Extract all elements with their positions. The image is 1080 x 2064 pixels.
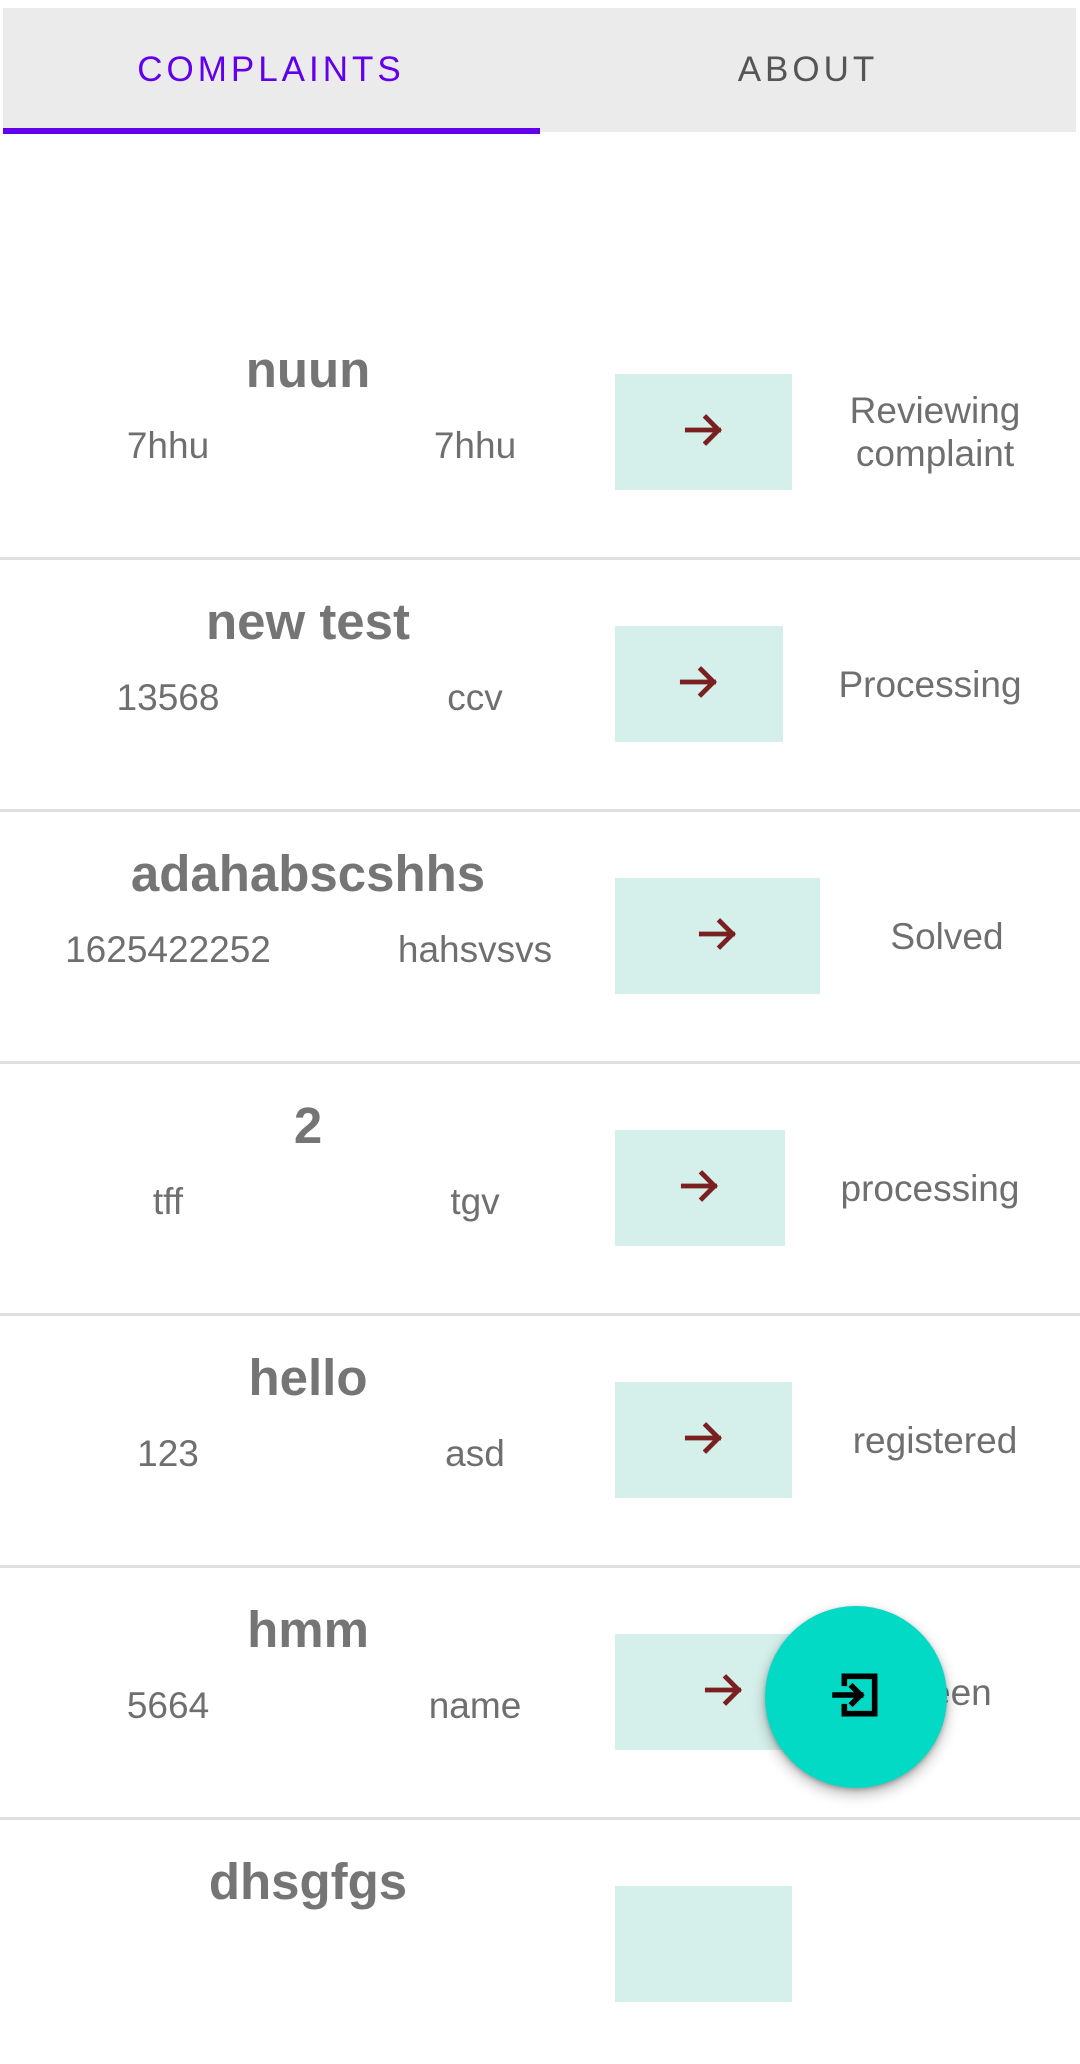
active-tab-indicator [3, 128, 540, 134]
complaint-title: hmm [247, 1601, 369, 1658]
arrow-right-icon [693, 909, 743, 964]
arrow-right-icon [679, 405, 729, 460]
complaint-detail-left: 13568 [116, 677, 220, 718]
complaint-status: Processing [838, 663, 1022, 705]
list-item[interactable]: hello 123 asd registered [0, 1308, 1080, 1568]
complaint-detail-right: asd [445, 1433, 505, 1474]
list-item[interactable]: new test 13568 ccv Processing [0, 552, 1080, 812]
complaint-detail-left: 5664 [126, 1685, 210, 1726]
arrow-right-icon [674, 657, 724, 712]
complaint-detail-right: name [428, 1685, 522, 1726]
tab-about[interactable]: ABOUT [540, 8, 1076, 132]
complaint-title: hello [248, 1349, 368, 1406]
tab-bar: COMPLAINTS ABOUT [3, 8, 1076, 134]
complaint-status: registered [852, 1419, 1018, 1461]
tab-complaints-label: COMPLAINTS [137, 50, 405, 89]
tab-complaints[interactable]: COMPLAINTS [3, 8, 540, 134]
complaint-title: new test [205, 593, 411, 650]
complaint-title: nuun [245, 341, 371, 398]
arrow-right-icon [679, 1413, 729, 1468]
open-complaint-button[interactable] [615, 1886, 792, 2002]
complaint-detail-right: ccv [447, 677, 503, 718]
list-item[interactable]: 2 tff tgv processing [0, 1056, 1080, 1316]
open-complaint-button[interactable] [615, 1382, 792, 1498]
open-complaint-button[interactable] [615, 878, 820, 994]
open-complaint-button[interactable] [615, 1130, 785, 1246]
complaint-detail-left: 1625422252 [65, 929, 271, 970]
complaint-detail-right: tgv [450, 1181, 500, 1222]
arrow-right-icon [699, 1665, 749, 1720]
complaint-detail-right: hahsvsvs [397, 929, 553, 970]
complaint-detail-left: 7hhu [126, 425, 210, 466]
complaint-detail-left: tff [152, 1181, 184, 1222]
complaint-title: 2 [293, 1097, 323, 1154]
complaint-status: Solved [890, 915, 1004, 957]
exit-to-app-icon [828, 1667, 884, 1728]
exit-fab-button[interactable] [765, 1606, 947, 1788]
complaint-detail-right: 7hhu [433, 425, 517, 466]
complaint-title: adahabscshhs [130, 845, 486, 902]
arrow-right-icon [675, 1161, 725, 1216]
open-complaint-button[interactable] [615, 374, 792, 490]
open-complaint-button[interactable] [615, 626, 783, 742]
complaint-title: dhsgfgs [208, 1853, 408, 1910]
complaint-status: processing [840, 1167, 1020, 1209]
list-item[interactable]: adahabscshhs 1625422252 hahsvsvs Solved [0, 804, 1080, 1064]
list-item[interactable]: dhsgfgs [0, 1812, 1080, 2064]
list-item[interactable]: nuun 7hhu 7hhu Reviewing complaint [0, 300, 1080, 560]
complaint-detail-left: 123 [137, 1433, 199, 1474]
tab-about-label: ABOUT [737, 50, 879, 89]
complaint-status: Reviewing complaint [849, 390, 1021, 474]
